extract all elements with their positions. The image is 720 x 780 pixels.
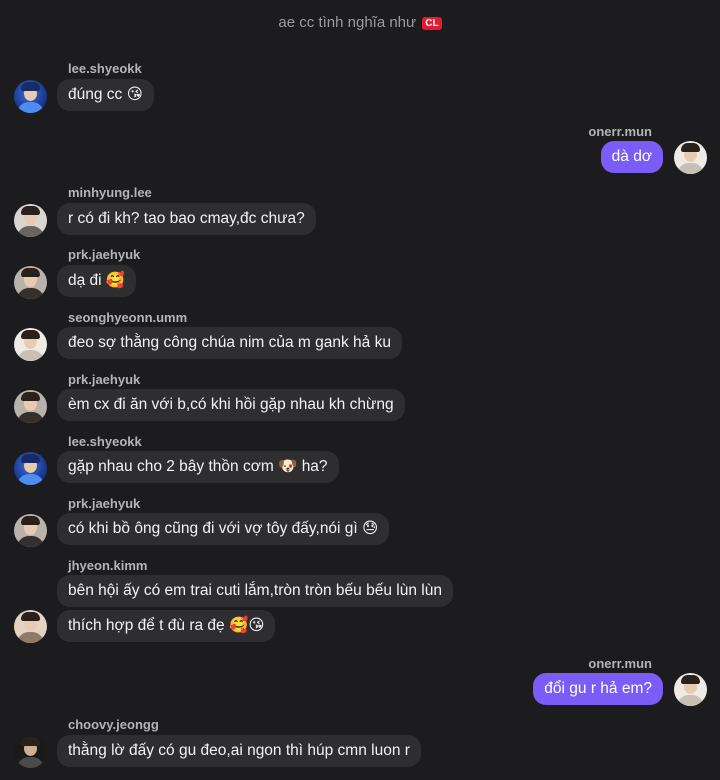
- avatar-prk-jaehyuk[interactable]: [14, 514, 47, 547]
- sender-name[interactable]: lee.shyeokk: [68, 61, 142, 76]
- message-bubble[interactable]: thích hợp để t đù ra đẹ 🥰😘: [57, 610, 276, 642]
- message-bubble[interactable]: có khi bồ ông cũng đi với vợ tôy đấy,nói…: [57, 513, 390, 545]
- message-bubble[interactable]: bên hội ấy có em trai cuti lắm,tròn tròn…: [57, 575, 453, 607]
- message-bubble[interactable]: èm cx đi ăn với b,có khi hồi gặp nhau kh…: [57, 389, 405, 421]
- message-bubble[interactable]: thằng lờ đấy có gu đeo,ai ngon thì húp c…: [57, 735, 421, 767]
- sender-name[interactable]: onerr.mun: [588, 656, 652, 671]
- chat-title: ae cc tình nghĩa như CL: [0, 14, 720, 31]
- sender-name[interactable]: jhyeon.kimm: [68, 558, 147, 573]
- sender-name[interactable]: minhyung.lee: [68, 185, 152, 200]
- avatar-seonghyeonn-umm[interactable]: [14, 328, 47, 361]
- avatar-prk-jaehyuk[interactable]: [14, 266, 47, 299]
- cl-badge-icon: CL: [422, 17, 442, 30]
- sender-name[interactable]: prk.jaehyuk: [68, 247, 140, 262]
- chat-title-text: ae cc tình nghĩa như: [278, 14, 417, 31]
- avatar-minhyung-lee[interactable]: [14, 204, 47, 237]
- message-bubble[interactable]: đúng cc 😘: [57, 79, 154, 111]
- message-bubble[interactable]: dạ đi 🥰: [57, 265, 137, 297]
- avatar-choovy-jeongg[interactable]: [14, 735, 47, 768]
- message-bubble[interactable]: dà dơ: [600, 141, 663, 173]
- avatar-prk-jaehyuk[interactable]: [14, 390, 47, 423]
- sender-name[interactable]: onerr.mun: [588, 124, 652, 139]
- avatar-lee-shyeokk[interactable]: [14, 452, 47, 485]
- message-bubble[interactable]: gặp nhau cho 2 bây thồn cơm 🐶 ha?: [57, 451, 339, 483]
- sender-name[interactable]: prk.jaehyuk: [68, 372, 140, 387]
- avatar-jhyeon-kimm[interactable]: [14, 610, 47, 643]
- sender-name[interactable]: prk.jaehyuk: [68, 496, 140, 511]
- avatar-onerr-mun[interactable]: [674, 673, 707, 706]
- avatar-onerr-mun[interactable]: [674, 141, 707, 174]
- message-bubble[interactable]: đổi gu r hả em?: [533, 673, 663, 705]
- sender-name[interactable]: choovy.jeongg: [68, 717, 159, 732]
- message-bubble[interactable]: r có đi kh? tao bao cmay,đc chưa?: [57, 203, 316, 235]
- sender-name[interactable]: seonghyeonn.umm: [68, 310, 187, 325]
- avatar-lee-shyeokk[interactable]: [14, 80, 47, 113]
- sender-name[interactable]: lee.shyeokk: [68, 434, 142, 449]
- message-bubble[interactable]: đeo sợ thằng công chúa nim của m gank hả…: [57, 327, 402, 359]
